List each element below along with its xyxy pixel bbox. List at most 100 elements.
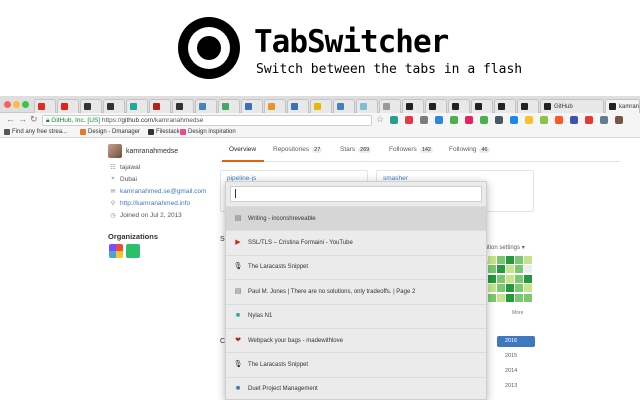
maximize-window-icon[interactable]: [22, 101, 29, 108]
tab-repositories[interactable]: Repositories 27: [273, 146, 323, 153]
section-heading-fragment: S: [220, 236, 225, 243]
profile-row[interactable]: ⚲ http://kamranahmed.info: [110, 200, 190, 207]
extension-icon[interactable]: [465, 116, 473, 124]
tab-switcher-item[interactable]: ▶︎ SSL/TLS – Cristina Formaini - YouTube: [226, 230, 486, 254]
organizations-title: Organizations: [108, 232, 159, 241]
extension-icon[interactable]: [555, 116, 563, 124]
browser-tab[interactable]: [218, 99, 240, 113]
browser-tab[interactable]: [333, 99, 355, 113]
extension-icon[interactable]: [420, 116, 428, 124]
avatar[interactable]: [108, 144, 122, 158]
browser-tab[interactable]: [471, 99, 493, 113]
youtube-icon: [61, 103, 68, 110]
tab-icon: [383, 103, 390, 110]
tab-switcher-item[interactable]: ■ Nylas N1: [226, 303, 486, 328]
minimize-window-icon[interactable]: [13, 101, 20, 108]
browser-tab[interactable]: [310, 99, 332, 113]
bookmark-item[interactable]: Find any free strea...: [4, 129, 67, 135]
browser-tab[interactable]: [126, 99, 148, 113]
browser-tab[interactable]: [356, 99, 378, 113]
extension-icon[interactable]: [615, 116, 623, 124]
extension-icon[interactable]: [570, 116, 578, 124]
extension-icon[interactable]: [405, 116, 413, 124]
browser-tab[interactable]: [103, 99, 125, 113]
organization-avatar[interactable]: [109, 244, 123, 258]
tab-count: 142: [419, 146, 433, 153]
year-filter[interactable]: 2015: [497, 351, 535, 362]
tab-switcher-item-title: The Laracasts Snippet: [248, 361, 309, 368]
extension-icon[interactable]: [495, 116, 503, 124]
tab-followers[interactable]: Followers 142: [389, 146, 433, 153]
tab-overview[interactable]: Overview: [229, 146, 256, 153]
contribution-cell: [506, 256, 514, 264]
tab-switcher-item[interactable]: ▤ Writing - inconshreveable: [226, 206, 486, 230]
contribution-cell: [524, 256, 532, 264]
extension-icon[interactable]: [540, 116, 548, 124]
tab-search-input[interactable]: [230, 186, 482, 202]
bookmark-item[interactable]: Design - Dmanager: [80, 129, 140, 135]
secure-site-label: GitHub, Inc. [US]: [51, 117, 101, 124]
browser-tab[interactable]: kamranahmedse (K...: [605, 99, 640, 113]
forward-arrow-icon[interactable]: →: [18, 115, 27, 124]
profile-row-text[interactable]: http://kamranahmed.info: [120, 200, 190, 207]
tab-switcher-item[interactable]: ▤ Paul M. Jones | There are no solutions,…: [226, 279, 486, 303]
contribution-cell: [497, 293, 505, 302]
contribution-cell: [497, 284, 505, 293]
year-filter[interactable]: 2016: [497, 336, 535, 347]
profile-row[interactable]: ✉ kamranahmed.se@gmail.com: [110, 188, 206, 195]
extension-icon[interactable]: [510, 116, 518, 124]
extension-icon[interactable]: [435, 116, 443, 124]
profile-row: ◷ Joined on Jul 2, 2013: [110, 212, 181, 219]
browser-tab[interactable]: [425, 99, 447, 113]
extension-icon[interactable]: [525, 116, 533, 124]
bookmark-star-icon[interactable]: ☆: [376, 114, 384, 125]
year-filter[interactable]: 2014: [497, 366, 535, 377]
gmail-icon: [38, 103, 45, 110]
tab-stars[interactable]: Stars 269: [340, 146, 372, 153]
profile-row-text: tajawal: [120, 164, 141, 171]
contribution-cell: [524, 284, 532, 293]
extension-icon[interactable]: [390, 116, 398, 124]
browser-tab[interactable]: [402, 99, 424, 113]
browser-tab[interactable]: [287, 99, 309, 113]
browser-tab[interactable]: [57, 99, 79, 113]
microphone-icon: 🎙︎: [233, 263, 243, 271]
contribution-cell: [524, 274, 532, 283]
tab-following[interactable]: Following 46: [449, 146, 490, 153]
address-bar[interactable]: 🔒︎ GitHub, Inc. [US] https://github.com/…: [42, 115, 372, 126]
extension-icon[interactable]: [600, 116, 608, 124]
tab-icon: [268, 103, 275, 110]
browser-tab[interactable]: [494, 99, 516, 113]
browser-tab[interactable]: [195, 99, 217, 113]
tab-switcher-item[interactable]: ■ Duet Project Management: [226, 376, 486, 399]
browser-tab[interactable]: [379, 99, 401, 113]
profile-row-text[interactable]: kamranahmed.se@gmail.com: [120, 188, 206, 195]
emoji-icon: [314, 103, 321, 110]
reload-icon[interactable]: ↻: [30, 115, 38, 124]
browser-tab[interactable]: [80, 99, 102, 113]
browser-tab[interactable]: [34, 99, 56, 113]
mail-icon: ✉: [110, 189, 116, 195]
browser-tab[interactable]: [241, 99, 263, 113]
browser-tab[interactable]: [517, 99, 539, 113]
extension-icon[interactable]: [585, 116, 593, 124]
tab-bar: GitHubkamranahmedse (K...kamran: [0, 96, 640, 113]
extension-icon[interactable]: [450, 116, 458, 124]
extension-icon[interactable]: [480, 116, 488, 124]
tab-switcher-item[interactable]: 🎙︎ The Laracasts Snippet: [226, 254, 486, 279]
browser-tab[interactable]: [172, 99, 194, 113]
tab-switcher-item[interactable]: 🎙︎ The Laracasts Snippet: [226, 352, 486, 376]
tab-switcher-item-title: Nylas N1: [248, 313, 273, 320]
browser-tab[interactable]: [448, 99, 470, 113]
bookmark-item[interactable]: Filestack: [148, 129, 180, 135]
browser-tab[interactable]: [264, 99, 286, 113]
year-filter[interactable]: 2013: [497, 381, 535, 392]
browser-tab[interactable]: GitHub: [540, 99, 604, 113]
back-arrow-icon[interactable]: ←: [6, 115, 15, 124]
tab-switcher-item-title: Webpack your bags - madewithlove: [248, 337, 343, 344]
bookmark-item[interactable]: Design inspiration: [180, 129, 236, 135]
organization-avatar[interactable]: [126, 244, 140, 258]
tab-switcher-item[interactable]: ❤︎ Webpack your bags - madewithlove: [226, 328, 486, 352]
close-window-icon[interactable]: [4, 101, 11, 108]
browser-tab[interactable]: [149, 99, 171, 113]
